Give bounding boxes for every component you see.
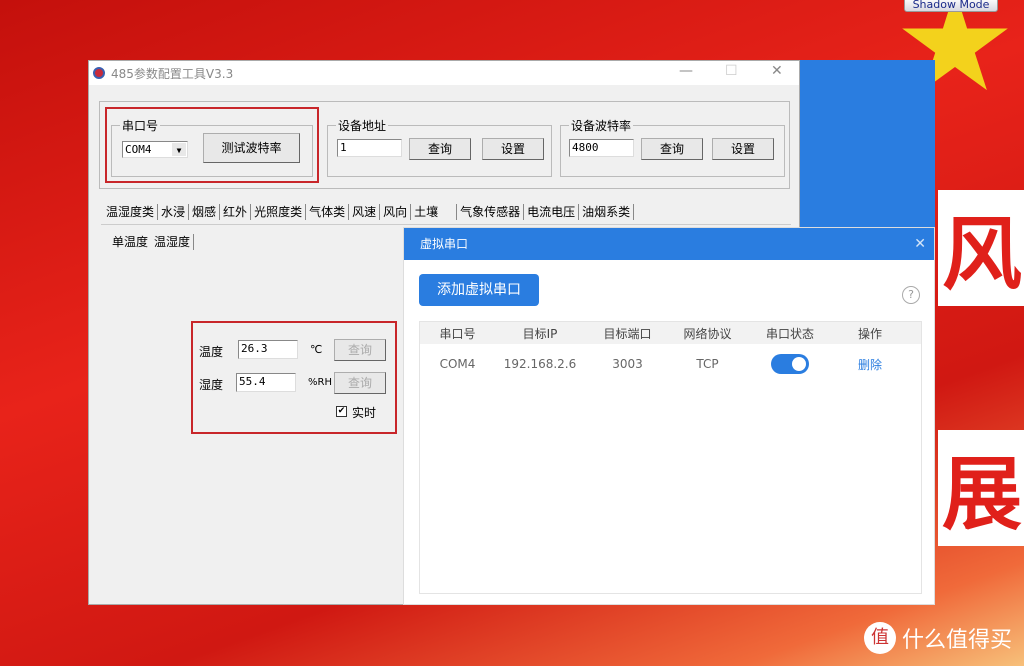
test-baud-button[interactable]: 测试波特率 bbox=[203, 133, 300, 163]
address-legend: 设备地址 bbox=[338, 119, 387, 133]
background-character: 展 bbox=[938, 430, 1024, 546]
tab-infrared[interactable]: 红外 bbox=[220, 204, 252, 220]
tab-fume[interactable]: 油烟系类 bbox=[579, 204, 635, 220]
col-action: 操作 bbox=[857, 326, 882, 341]
virtual-port-table: 串口号 目标IP 目标端口 网络协议 串口状态 操作 COM4 192.168.… bbox=[419, 321, 922, 594]
subtab-temp-humidity[interactable]: 温湿度 bbox=[151, 234, 195, 250]
tab-temp-humidity[interactable]: 温湿度类 bbox=[103, 204, 159, 220]
watermark-text: 什么值得买 bbox=[901, 628, 1012, 653]
close-icon[interactable]: ✕ bbox=[914, 228, 926, 260]
col-protocol: 网络协议 bbox=[683, 326, 732, 341]
cell-target-port: 3003 bbox=[612, 357, 643, 371]
watermark-logo: 值 bbox=[863, 622, 896, 654]
col-status: 串口状态 bbox=[765, 326, 814, 341]
category-tabs: 温湿度类 水浸 烟感 红外 光照度类 气体类 风速 风向 土壤 气象传感器 电流… bbox=[103, 204, 635, 220]
col-port: 串口号 bbox=[439, 326, 476, 341]
virtual-port-dialog: 虚拟串口 ✕ 添加虚拟串口 ? 串口号 目标IP 目标端口 网络协议 串口状态 … bbox=[403, 227, 935, 605]
realtime-checkbox[interactable]: ✔ bbox=[336, 406, 347, 417]
watermark: 值 什么值得买 bbox=[863, 622, 1012, 654]
temp-unit: ℃ bbox=[310, 343, 323, 356]
tab-wind-direction[interactable]: 风向 bbox=[380, 204, 412, 220]
window-title: 485参数配置工具V3.3 bbox=[111, 66, 234, 81]
address-input[interactable]: 1 bbox=[337, 139, 402, 157]
title-bar: 485参数配置工具V3.3 — ☐ ✕ bbox=[89, 61, 799, 85]
tab-wind-speed[interactable]: 风速 bbox=[349, 204, 381, 220]
col-ip: 目标IP bbox=[522, 326, 558, 341]
humidity-label: 湿度 bbox=[199, 378, 224, 392]
tab-weather[interactable]: 气象传感器 bbox=[457, 204, 525, 220]
help-icon[interactable]: ? bbox=[902, 286, 920, 304]
address-query-button[interactable]: 查询 bbox=[409, 138, 471, 160]
dialog-header: 虚拟串口 ✕ bbox=[404, 228, 934, 260]
minimize-icon[interactable]: — bbox=[679, 63, 693, 79]
port-select[interactable]: COM4 ▼ bbox=[122, 141, 188, 158]
cell-ip: 192.168.2.6 bbox=[503, 357, 577, 371]
tab-gas[interactable]: 气体类 bbox=[306, 204, 350, 220]
port-value: COM4 bbox=[125, 143, 152, 156]
temp-label: 温度 bbox=[199, 345, 224, 359]
temp-value: 26.3 bbox=[238, 340, 298, 359]
baud-set-button[interactable]: 设置 bbox=[712, 138, 774, 160]
subtab-single-temp[interactable]: 单温度 bbox=[109, 234, 151, 250]
tab-smoke[interactable]: 烟感 bbox=[189, 204, 221, 220]
tab-current-voltage[interactable]: 电流电压 bbox=[524, 204, 580, 220]
col-target-port: 目标端口 bbox=[603, 326, 652, 341]
status-toggle[interactable] bbox=[771, 354, 809, 374]
chevron-down-icon[interactable]: ▼ bbox=[172, 143, 186, 156]
maximize-icon[interactable]: ☐ bbox=[725, 63, 738, 79]
close-icon[interactable]: ✕ bbox=[771, 63, 783, 79]
dialog-title: 虚拟串口 bbox=[420, 237, 469, 251]
baud-input[interactable]: 4800 bbox=[569, 139, 634, 157]
cell-port: COM4 bbox=[439, 357, 476, 371]
shadow-mode-button[interactable]: Shadow Mode bbox=[904, 0, 998, 12]
humidity-value: 55.4 bbox=[236, 373, 296, 392]
realtime-label: 实时 bbox=[352, 406, 377, 420]
background-character: 风 bbox=[938, 190, 1024, 306]
cell-protocol: TCP bbox=[696, 357, 719, 371]
tab-soil[interactable]: 土壤 bbox=[411, 204, 458, 220]
baud-query-button[interactable]: 查询 bbox=[641, 138, 703, 160]
temp-query-button[interactable]: 查询 bbox=[334, 339, 386, 361]
app-icon bbox=[93, 67, 105, 79]
sub-tabs: 单温度 温湿度 bbox=[109, 234, 195, 250]
baud-legend: 设备波特率 bbox=[571, 119, 632, 133]
delete-link[interactable]: 删除 bbox=[835, 356, 905, 373]
humidity-unit: %RH bbox=[308, 377, 332, 388]
tab-water[interactable]: 水浸 bbox=[158, 204, 190, 220]
port-legend: 串口号 bbox=[122, 119, 159, 133]
humidity-query-button[interactable]: 查询 bbox=[334, 372, 386, 394]
add-virtual-port-button[interactable]: 添加虚拟串口 bbox=[419, 274, 539, 306]
table-header: 串口号 目标IP 目标端口 网络协议 串口状态 操作 bbox=[420, 322, 921, 344]
address-set-button[interactable]: 设置 bbox=[482, 138, 544, 160]
table-row: COM4 192.168.2.6 3003 TCP 删除 bbox=[420, 344, 921, 384]
tab-light[interactable]: 光照度类 bbox=[251, 204, 307, 220]
